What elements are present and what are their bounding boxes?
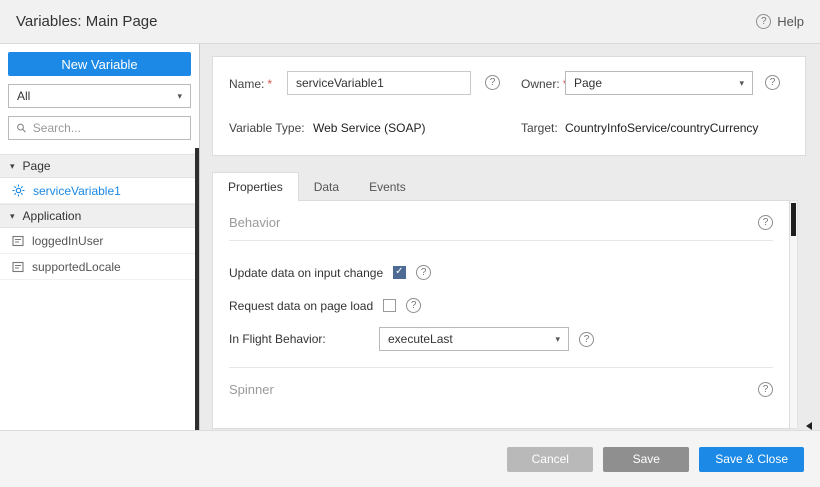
- tree-group-label: Page: [23, 159, 51, 173]
- tree-item-loggedinuser[interactable]: loggedInUser: [0, 228, 199, 254]
- variables-dialog: Variables: Main Page ? Help New Variable…: [0, 0, 820, 487]
- new-variable-button[interactable]: New Variable: [8, 52, 191, 76]
- scope-filter-value: All: [17, 89, 30, 103]
- collapse-arrow-icon: ▾: [10, 162, 15, 171]
- footer: Cancel Save Save & Close: [0, 430, 820, 487]
- target-label: Target:: [521, 121, 558, 135]
- divider: [229, 240, 773, 241]
- behavior-help-icon[interactable]: ?: [758, 215, 773, 230]
- header: Variables: Main Page ? Help: [0, 0, 820, 44]
- behavior-section-header: Behavior ?: [213, 201, 789, 240]
- cancel-button[interactable]: Cancel: [507, 447, 593, 472]
- update-on-input-checkbox[interactable]: [393, 266, 406, 279]
- tree-item-label: loggedInUser: [32, 234, 103, 248]
- main-panel: Name:* ? Owner:* Page ▾ ? Variable Type:…: [200, 44, 820, 430]
- in-flight-select[interactable]: executeLast ▾: [379, 327, 569, 351]
- tab-events[interactable]: Events: [354, 173, 421, 201]
- help-button[interactable]: ? Help: [756, 14, 804, 29]
- request-on-load-checkbox[interactable]: [383, 299, 396, 312]
- sidebar-scrollbar[interactable]: [195, 148, 199, 430]
- spinner-section-header: Spinner ?: [213, 368, 789, 407]
- request-on-load-label: Request data on page load: [229, 299, 373, 313]
- properties-panel: Behavior ? Update data on input change ?…: [212, 200, 790, 429]
- owner-select[interactable]: Page ▾: [565, 71, 753, 95]
- required-marker: *: [267, 77, 272, 91]
- tree-group-page[interactable]: ▾ Page: [0, 154, 199, 178]
- update-on-input-help-icon[interactable]: ?: [416, 265, 431, 280]
- tab-data[interactable]: Data: [299, 173, 354, 201]
- tab-properties[interactable]: Properties: [212, 172, 299, 201]
- owner-help-icon[interactable]: ?: [765, 75, 780, 90]
- tree-item-supportedlocale[interactable]: supportedLocale: [0, 254, 199, 280]
- chevron-down-icon: ▾: [739, 79, 744, 88]
- tree-group-application[interactable]: ▾ Application: [0, 204, 199, 228]
- in-flight-label: In Flight Behavior:: [229, 332, 369, 346]
- properties-scrollbar[interactable]: [789, 200, 798, 429]
- owner-label: Owner:*: [521, 77, 567, 91]
- chevron-down-icon: ▾: [555, 335, 560, 344]
- scroll-left-arrow-icon[interactable]: [806, 422, 812, 430]
- tree-item-label: serviceVariable1: [33, 184, 121, 198]
- tree-group-label: Application: [23, 209, 82, 223]
- update-on-input-row: Update data on input change ?: [213, 265, 789, 280]
- scope-filter-select[interactable]: All ▾: [8, 84, 191, 108]
- target-value: CountryInfoService/countryCurrency: [565, 121, 758, 135]
- static-variable-icon: [12, 235, 24, 247]
- scrollbar-thumb[interactable]: [791, 203, 796, 236]
- tree-item-servicevariable1[interactable]: serviceVariable1: [0, 178, 199, 204]
- search-box: [8, 116, 191, 140]
- spinner-help-icon[interactable]: ?: [758, 382, 773, 397]
- name-label: Name:*: [229, 77, 272, 91]
- behavior-heading: Behavior: [229, 215, 280, 230]
- variable-summary-card: Name:* ? Owner:* Page ▾ ? Variable Type:…: [212, 56, 806, 156]
- static-variable-icon: [12, 261, 24, 273]
- search-icon: [16, 122, 27, 134]
- web-service-variable-icon: [12, 184, 25, 197]
- collapse-arrow-icon: ▾: [10, 212, 15, 221]
- tabs: Properties Data Events: [212, 172, 421, 201]
- help-icon: ?: [756, 14, 771, 29]
- sidebar: New Variable All ▾ ▾ Page: [0, 44, 200, 430]
- spinner-heading: Spinner: [229, 382, 274, 397]
- search-input[interactable]: [33, 121, 183, 135]
- chevron-down-icon: ▾: [177, 92, 182, 101]
- page-title: Variables: Main Page: [16, 13, 157, 30]
- variable-type-label: Variable Type:: [229, 121, 305, 135]
- in-flight-help-icon[interactable]: ?: [579, 332, 594, 347]
- help-label: Help: [777, 14, 804, 29]
- in-flight-value: executeLast: [388, 332, 453, 346]
- name-input[interactable]: [287, 71, 471, 95]
- save-button[interactable]: Save: [603, 447, 689, 472]
- tree-item-label: supportedLocale: [32, 260, 121, 274]
- in-flight-row: In Flight Behavior: executeLast ▾ ?: [213, 327, 789, 351]
- name-help-icon[interactable]: ?: [485, 75, 500, 90]
- request-on-load-row: Request data on page load ?: [213, 298, 789, 313]
- sidebar-controls: New Variable All ▾: [0, 44, 199, 148]
- variables-tree: ▾ Page serviceVariable1 ▾ Application: [0, 154, 199, 280]
- owner-value: Page: [574, 76, 602, 90]
- variable-type-value: Web Service (SOAP): [313, 121, 425, 135]
- update-on-input-label: Update data on input change: [229, 266, 383, 280]
- save-close-button[interactable]: Save & Close: [699, 447, 804, 472]
- request-on-load-help-icon[interactable]: ?: [406, 298, 421, 313]
